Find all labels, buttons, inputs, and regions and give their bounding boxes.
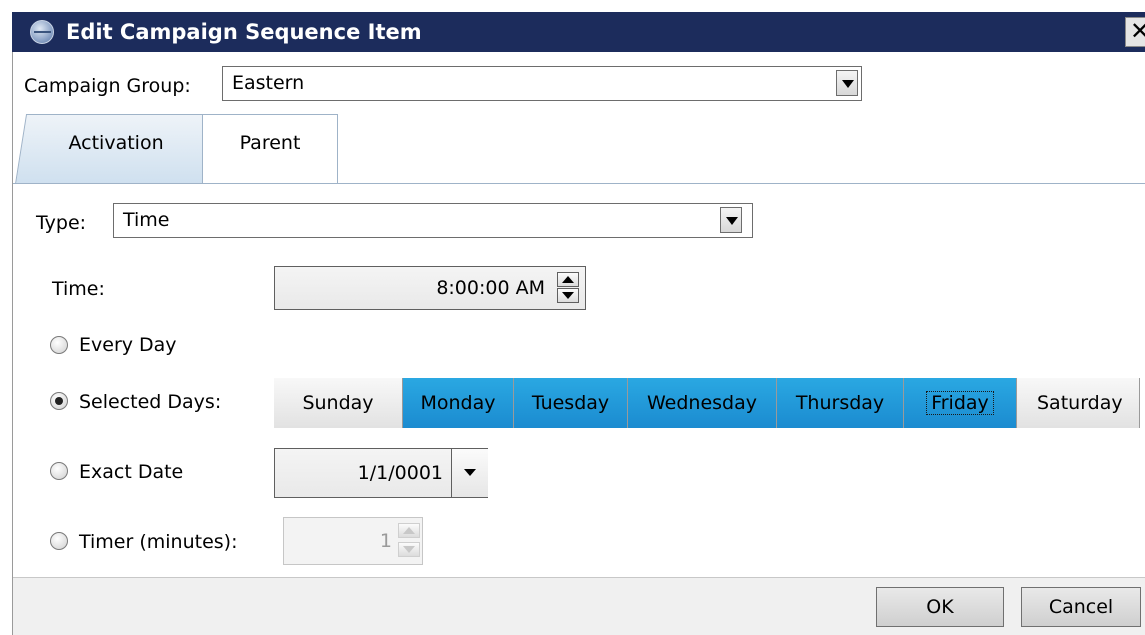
timer-input[interactable]: 1: [283, 517, 423, 565]
time-label: Time:: [52, 278, 105, 300]
type-select[interactable]: Time: [113, 203, 753, 238]
title-bar: Edit Campaign Sequence Item ✕: [12, 12, 1145, 52]
exact-date-radio[interactable]: [50, 462, 68, 480]
day-thursday[interactable]: Thursday: [777, 378, 904, 428]
day-friday-label: Friday: [926, 391, 994, 415]
chevron-down-icon[interactable]: [720, 207, 742, 233]
campaign-group-select[interactable]: Eastern: [222, 66, 862, 101]
tab-parent[interactable]: Parent: [202, 114, 338, 184]
selected-days-radio[interactable]: [50, 392, 68, 410]
day-wednesday[interactable]: Wednesday: [628, 378, 777, 428]
tab-activation-label: Activation: [68, 132, 165, 154]
exact-date-label: Exact Date: [79, 461, 184, 483]
close-button[interactable]: ✕: [1125, 17, 1145, 47]
timer-radio[interactable]: [50, 532, 68, 550]
window-title: Edit Campaign Sequence Item: [66, 20, 422, 44]
exact-date-input[interactable]: 1/1/0001: [274, 448, 488, 498]
ok-button[interactable]: OK: [876, 587, 1004, 627]
day-tuesday[interactable]: Tuesday: [514, 378, 628, 428]
type-label: Type:: [36, 212, 87, 234]
campaign-group-value: Eastern: [232, 72, 305, 94]
tab-activation[interactable]: Activation: [15, 114, 217, 184]
spin-up-icon[interactable]: [557, 272, 579, 287]
every-day-label: Every Day: [79, 334, 177, 356]
time-input[interactable]: 8:00:00 AM: [274, 266, 586, 310]
time-value: 8:00:00 AM: [436, 277, 545, 299]
day-sunday[interactable]: Sunday: [274, 378, 403, 428]
chevron-down-icon[interactable]: [836, 70, 858, 96]
spin-down-icon[interactable]: [557, 288, 579, 303]
selected-days-label: Selected Days:: [79, 391, 222, 413]
spin-down-icon: [398, 542, 420, 557]
globe-icon: [30, 20, 54, 44]
day-monday[interactable]: Monday: [403, 378, 514, 428]
campaign-group-label: Campaign Group:: [24, 75, 191, 97]
tab-parent-label: Parent: [239, 132, 301, 154]
spin-up-icon: [398, 523, 420, 538]
type-value: Time: [123, 209, 170, 231]
day-friday[interactable]: Friday: [904, 378, 1017, 428]
cancel-button[interactable]: Cancel: [1021, 587, 1141, 627]
calendar-dropdown-icon[interactable]: [451, 449, 488, 497]
exact-date-value: 1/1/0001: [357, 462, 443, 484]
timer-label: Timer (minutes):: [79, 531, 238, 553]
timer-value: 1: [379, 530, 392, 552]
every-day-radio[interactable]: [50, 336, 68, 354]
day-saturday[interactable]: Saturday: [1017, 378, 1140, 428]
radio-selected-dot: [55, 397, 63, 405]
